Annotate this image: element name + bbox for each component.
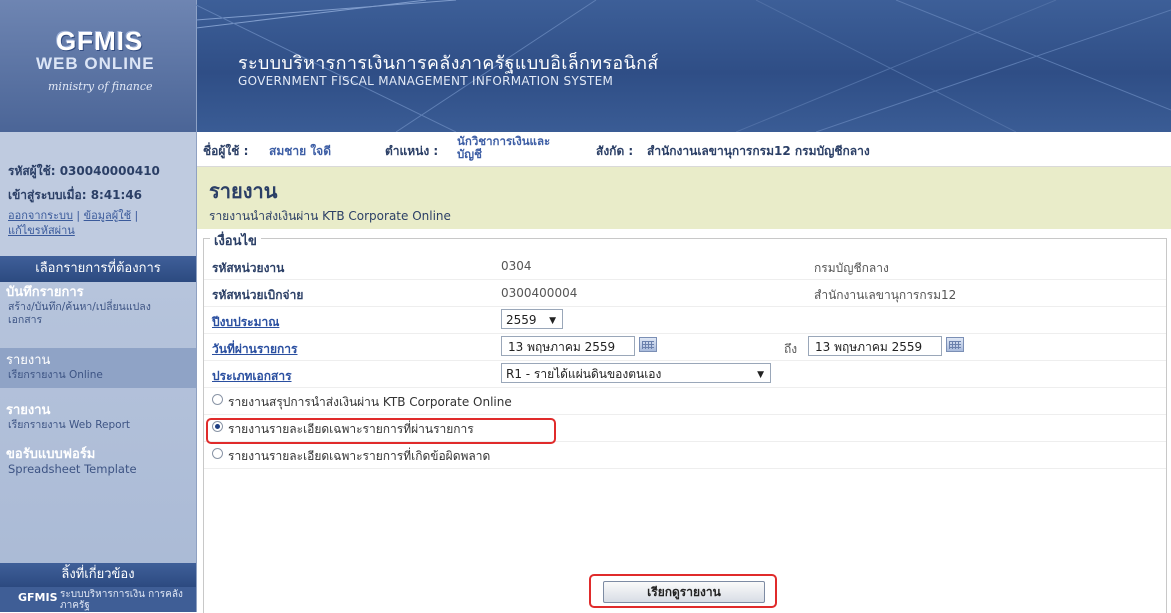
header-title-thai: ระบบบริหารการเงินการคลังภาครัฐแบบอิเล็กท… — [238, 53, 659, 74]
main-content: ชื่อผู้ใช้ : สมชาย ใจดี ตำแหน่ง : นักวิช… — [197, 132, 1171, 613]
user-info-link[interactable]: ข้อมูลผู้ใช้ — [84, 209, 131, 222]
conditions-legend: เงื่อนไข — [210, 230, 261, 251]
posting-date-row: วันที่ผ่านรายการ 13 พฤษภาคม 2559 ถึง 13 … — [204, 334, 1166, 361]
disbursement-code-value: 0300400004 — [501, 286, 578, 300]
user-code: รหัสผู้ใช้: 030040000410 — [8, 164, 160, 178]
position-value: นักวิชาการเงินและบัญชี — [457, 134, 551, 161]
change-password-link[interactable]: แก้ไขรหัสผ่าน — [8, 224, 75, 237]
user-info-panel: รหัสผู้ใช้: 030040000410 เข้าสู่ระบบเมื่… — [0, 132, 196, 256]
calendar-icon[interactable] — [639, 337, 657, 352]
user-label: ชื่อผู้ใช้ : — [203, 144, 249, 158]
document-type-label[interactable]: ประเภทเอกสาร — [212, 367, 292, 386]
bottom-logo-text: GFMIS — [18, 591, 58, 604]
login-time: เข้าสู่ระบบเมื่อ: 8:41:46 — [8, 188, 143, 202]
logo-text-web-online: WEB ONLINE — [36, 54, 155, 73]
sidebar-item-spreadsheet[interactable]: ขอรับแบบฟอร์ม Spreadsheet Template — [0, 446, 196, 486]
logo-text-gfmis: GFMIS — [56, 26, 144, 56]
radio-row: รายงานรายละเอียดเฉพาะรายการที่เกิดข้อผิด… — [204, 442, 1166, 469]
sidebar-item-title: รายงาน — [6, 353, 51, 368]
sidebar-item-subtitle: Spreadsheet Template — [8, 462, 137, 476]
sidebar-item-record[interactable]: บันทึกรายการ สร้าง/บันทึก/ค้นหา/เปลี่ยนแ… — [0, 284, 196, 336]
document-type-row: ประเภทเอกสาร R1 - รายได้แผ่นดินของตนเอง … — [204, 361, 1166, 388]
report-error-detail-radio[interactable] — [212, 448, 223, 459]
bottom-logo-caption: ระบบบริหารการเงิน การคลังภาครัฐ — [60, 589, 183, 611]
logout-link[interactable]: ออกจากระบบ — [8, 209, 73, 222]
document-type-value: R1 - รายได้แผ่นดินของตนเอง — [506, 367, 662, 381]
fiscal-year-row: ปีงบประมาณ 2559 ▼ — [204, 307, 1166, 334]
user-links: ออกจากระบบ | ข้อมูลผู้ใช้ | แก้ไขรหัสผ่า… — [8, 209, 139, 237]
disbursement-code-name: สำนักงานเลขานุการกรม12 — [814, 288, 957, 302]
report-error-detail-label[interactable]: รายงานรายละเอียดเฉพาะรายการที่เกิดข้อผิด… — [228, 447, 490, 466]
user-name: สมชาย ใจดี — [269, 144, 332, 158]
to-label: ถึง — [784, 342, 798, 356]
gfmis-logo: GFMIS WEB ONLINE ministry of finance — [0, 0, 197, 132]
conditions-fieldset: เงื่อนไข รหัสหน่วยงาน 0304 กรมบัญชีกลาง … — [203, 230, 1167, 613]
sidebar-item-report-online[interactable]: รายงาน เรียกรายงาน Online — [0, 348, 196, 388]
unit-code-label: รหัสหน่วยงาน — [212, 261, 285, 275]
sidebar-item-title: ขอรับแบบฟอร์ม — [6, 447, 96, 462]
document-type-select[interactable]: R1 - รายได้แผ่นดินของตนเอง ▼ — [501, 363, 771, 383]
sidebar-item-subtitle: เรียกรายงาน Online — [8, 369, 103, 381]
sidebar-section-header: เลือกรายการที่ต้องการ — [0, 256, 196, 282]
sidebar: รหัสผู้ใช้: 030040000410 เข้าสู่ระบบเมื่… — [0, 132, 197, 612]
page-title: รายงาน — [209, 179, 278, 203]
report-summary-label[interactable]: รายงานสรุปการนำส่งเงินผ่าน KTB Corporate… — [228, 393, 512, 412]
fiscal-year-label[interactable]: ปีงบประมาณ — [212, 313, 279, 332]
posting-date-label[interactable]: วันที่ผ่านรายการ — [212, 340, 298, 359]
chevron-down-icon: ▼ — [549, 316, 556, 326]
chevron-down-icon: ▼ — [757, 370, 764, 380]
fiscal-year-value: 2559 — [506, 313, 537, 327]
highlight-box — [206, 418, 556, 444]
calendar-icon[interactable] — [946, 337, 964, 352]
dept-label: สังกัด : — [596, 144, 634, 158]
disbursement-code-label: รหัสหน่วยเบิกจ่าย — [212, 288, 304, 302]
disbursement-code-row: รหัสหน่วยเบิกจ่าย 0300400004 สำนักงานเลข… — [204, 280, 1166, 307]
fiscal-year-select[interactable]: 2559 ▼ — [501, 309, 563, 329]
unit-code-value: 0304 — [501, 259, 532, 273]
unit-code-row: รหัสหน่วยงาน 0304 กรมบัญชีกลาง — [204, 253, 1166, 280]
date-from-input[interactable]: 13 พฤษภาคม 2559 — [501, 336, 635, 356]
logo-text-ministry: ministry of finance — [48, 80, 153, 93]
sidebar-item-subtitle: เรียกรายงาน Web Report — [8, 419, 131, 431]
radio-row: รายงานสรุปการนำส่งเงินผ่าน KTB Corporate… — [204, 388, 1166, 415]
app-header: GFMIS WEB ONLINE ministry of finance ระบ… — [0, 0, 1171, 132]
report-summary-radio[interactable] — [212, 394, 223, 405]
header-title-english: GOVERNMENT FISCAL MANAGEMENT INFORMATION… — [238, 74, 614, 88]
view-report-button[interactable]: เรียกดูรายงาน — [603, 581, 765, 603]
position-label: ตำแหน่ง : — [385, 144, 439, 158]
dept-value: สำนักงานเลขานุการกรม12 กรมบัญชีกลาง — [647, 144, 870, 158]
sidebar-item-title: รายงาน — [6, 403, 51, 418]
unit-code-name: กรมบัญชีกลาง — [814, 261, 889, 275]
date-to-input[interactable]: 13 พฤษภาคม 2559 — [808, 336, 942, 356]
sidebar-item-subtitle: สร้าง/บันทึก/ค้นหา/เปลี่ยนแปลง เอกสาร — [8, 301, 151, 326]
title-band: รายงาน รายงานนำส่งเงินผ่าน KTB Corporate… — [197, 167, 1171, 229]
user-bar: ชื่อผู้ใช้ : สมชาย ใจดี ตำแหน่ง : นักวิช… — [197, 132, 1171, 167]
related-links-header: ลิ้งที่เกี่ยวข้อง — [0, 563, 196, 587]
sidebar-item-title: บันทึกรายการ — [6, 285, 84, 300]
sidebar-item-web-report[interactable]: รายงาน เรียกรายงาน Web Report — [0, 400, 196, 440]
page-subtitle: รายงานนำส่งเงินผ่าน KTB Corporate Online — [209, 209, 451, 223]
gfmis-bottom-logo[interactable]: GFMIS ระบบบริหารการเงิน การคลังภาครัฐ — [0, 587, 196, 612]
